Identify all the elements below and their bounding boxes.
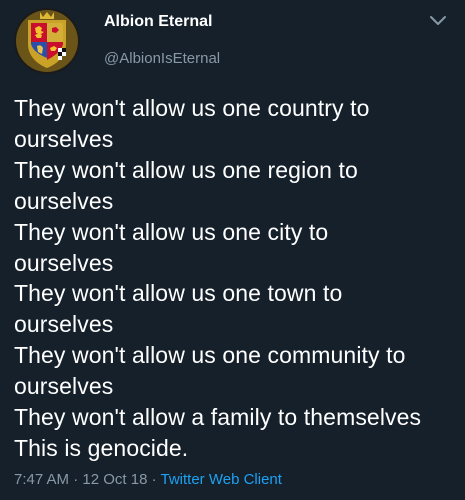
tweet-text-line: They won't allow us one region to [14, 156, 358, 183]
tweet-text-line: This is genocide. [14, 434, 189, 461]
tweet-text-line: ourselves [14, 311, 114, 338]
tweet-card: Albion Eternal @AlbionIsEternal They won… [0, 0, 465, 500]
tweet-date[interactable]: 12 Oct 18 [82, 471, 147, 488]
tweet-text-line: They won't allow us one town to [14, 280, 343, 307]
tweet-text-line: ourselves [14, 125, 114, 152]
avatar[interactable] [14, 8, 80, 74]
author-handle[interactable]: @AlbionIsEternal [104, 50, 220, 67]
tweet-time[interactable]: 7:47 AM [14, 471, 69, 488]
tweet-text-line: ourselves [14, 187, 114, 214]
tweet-text: They won't allow us one country to ourse… [14, 93, 454, 464]
tweet-text-line: They won't allow us one community to [14, 342, 406, 369]
tweet-text-line: ourselves [14, 249, 114, 276]
meta-separator: · [69, 471, 83, 488]
tweet-client-link[interactable]: Twitter Web Client [161, 471, 282, 488]
tweet-meta: 7:47 AM · 12 Oct 18 · Twitter Web Client [14, 471, 282, 488]
tweet-text-line: They won't allow us one city to [14, 218, 329, 245]
tweet-text-line: They won't allow a family to themselves [14, 404, 422, 431]
meta-separator: · [147, 471, 161, 488]
royal-coat-of-arms-icon [14, 8, 80, 74]
chevron-down-icon[interactable] [428, 14, 448, 28]
author-display-name[interactable]: Albion Eternal [104, 13, 212, 31]
tweet-text-line: ourselves [14, 373, 114, 400]
tweet-text-line: They won't allow us one country to [14, 95, 370, 121]
